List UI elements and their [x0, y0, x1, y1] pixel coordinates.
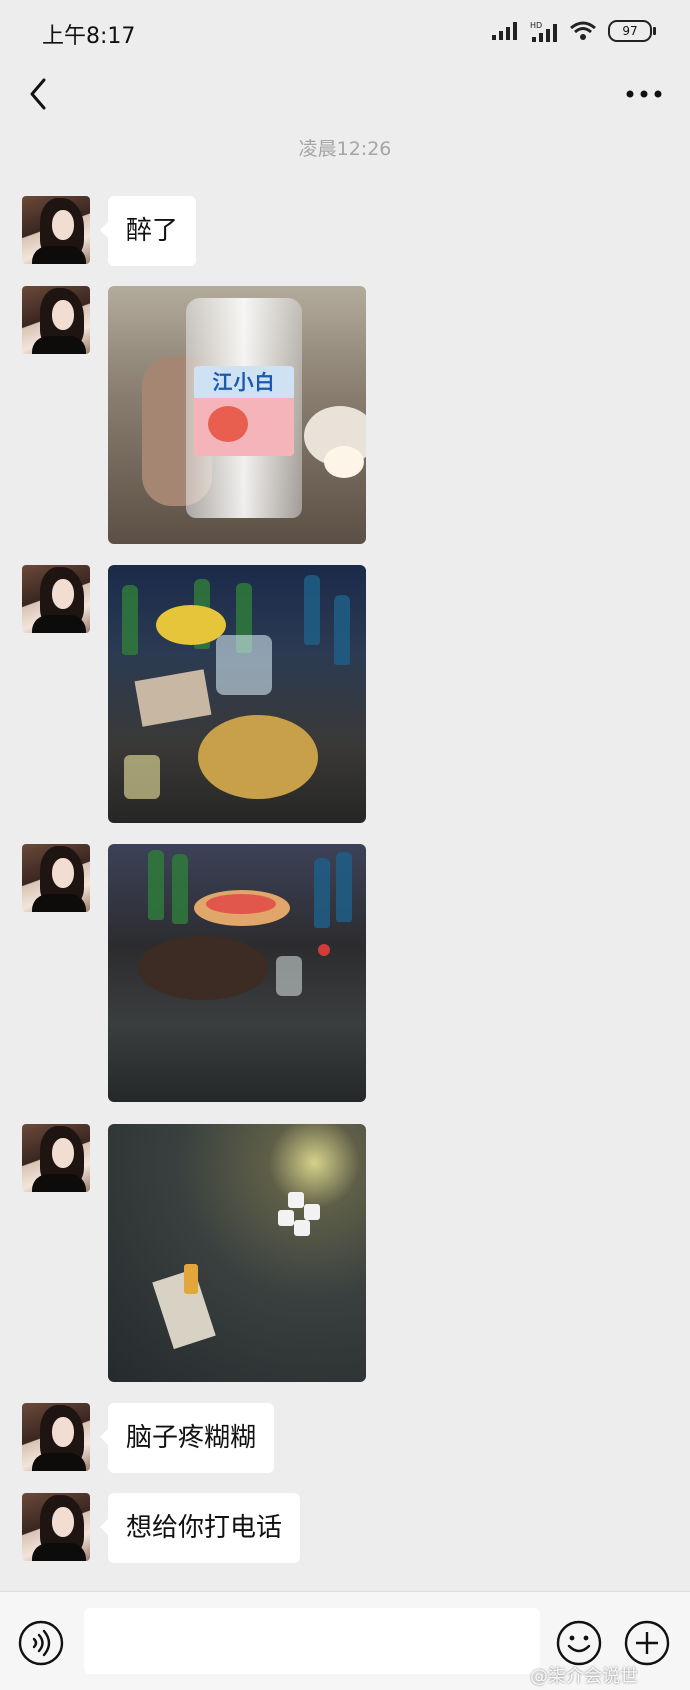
plus-icon[interactable] — [624, 1620, 670, 1666]
more-horizontal-icon[interactable] — [624, 82, 664, 106]
avatar[interactable] — [22, 196, 90, 264]
chat-header — [0, 64, 690, 144]
status-icons: HD 97 — [492, 20, 656, 42]
wifi-icon — [570, 21, 596, 40]
image-message-dice[interactable] — [108, 1124, 366, 1382]
text-bubble[interactable]: 脑子疼糊糊 — [99, 1403, 275, 1473]
image-message-fruit[interactable] — [108, 844, 366, 1102]
watermark: @柒介会说世 — [530, 1666, 638, 1687]
text-bubble[interactable]: 想给你打电话 — [99, 1493, 301, 1563]
signal-hd-icon: HD — [530, 21, 557, 42]
status-time: 上午8:17 — [42, 24, 136, 49]
image-message-table[interactable] — [108, 565, 366, 823]
message-timestamp: 凌晨12:26 — [298, 138, 392, 160]
voice-icon[interactable] — [18, 1620, 64, 1666]
svg-text:HD: HD — [530, 21, 542, 30]
chevron-left-icon[interactable] — [18, 72, 62, 116]
image-message-bottle[interactable]: 江小白 — [108, 286, 366, 544]
avatar[interactable] — [22, 844, 90, 912]
avatar[interactable] — [22, 1124, 90, 1192]
message-input[interactable] — [84, 1608, 540, 1674]
avatar[interactable] — [22, 565, 90, 633]
emoji-icon[interactable] — [556, 1620, 602, 1666]
avatar[interactable] — [22, 286, 90, 354]
avatar[interactable] — [22, 1493, 90, 1561]
avatar[interactable] — [22, 1403, 90, 1471]
status-bar: 上午8:17 HD 97 — [0, 0, 690, 64]
bottle-label-text: 江小白 — [194, 366, 294, 398]
battery-indicator: 97 — [608, 20, 656, 42]
text-bubble[interactable]: 醉了 — [99, 196, 197, 266]
signal-icon — [492, 22, 517, 40]
